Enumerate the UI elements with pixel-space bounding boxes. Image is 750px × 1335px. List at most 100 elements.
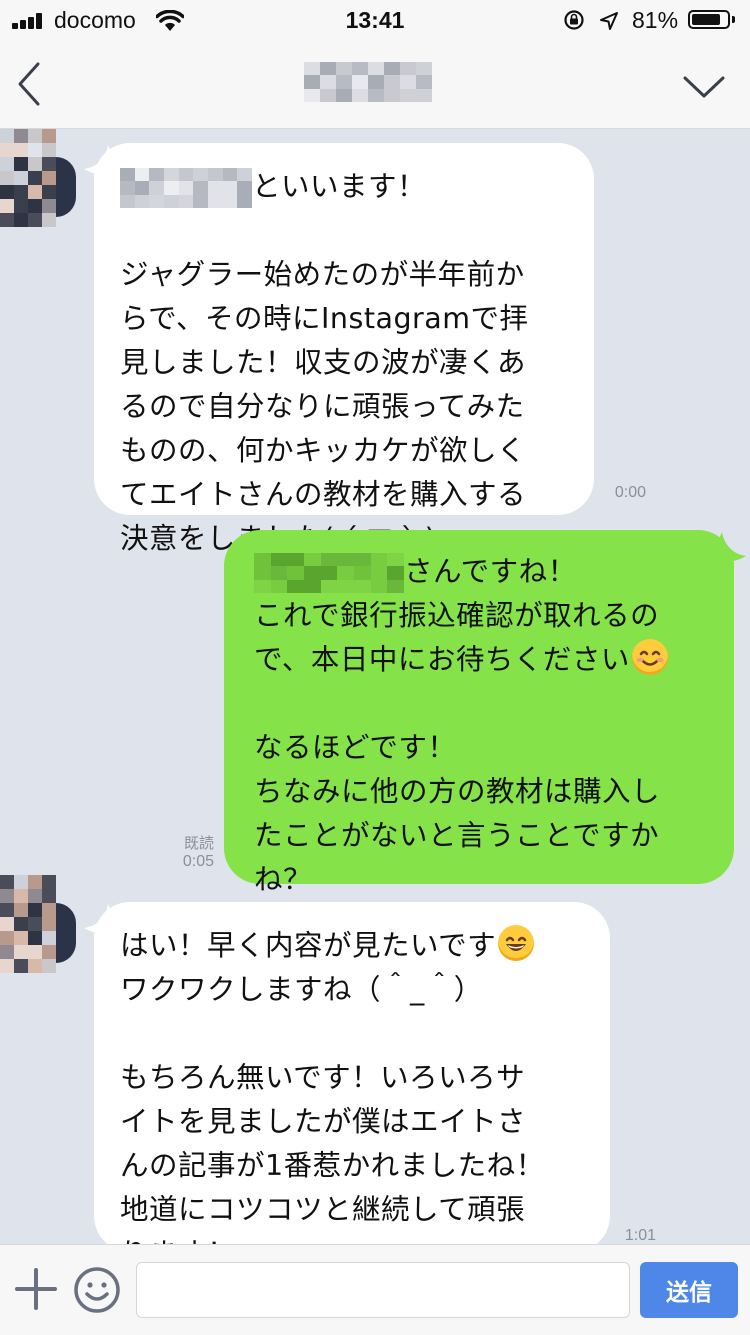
message-bubble-incoming[interactable]: といいます！ ジャグラー始めたのが半年前か らで、その時にInstagramで拝…: [94, 143, 594, 555]
mosaic-pixel: [120, 181, 135, 195]
mosaic-pixel: [28, 959, 42, 973]
mosaic-pixel: [164, 181, 179, 195]
mosaic-pixel: [120, 194, 135, 208]
mosaic-pixel: [208, 181, 223, 195]
mosaic-pixel: [28, 903, 42, 917]
mosaic-pixel: [149, 181, 164, 195]
mosaic-pixel: [28, 199, 42, 213]
mosaic-pixel: [134, 194, 150, 208]
mosaic-pixel: [353, 579, 371, 593]
mosaic-pixel: [0, 185, 14, 199]
rotation-lock-icon: [564, 10, 584, 30]
mosaic-pixel: [28, 889, 42, 903]
smiling-face-icon: [631, 639, 668, 675]
mosaic-pixel: [387, 579, 404, 593]
mosaic-pixel: [164, 194, 179, 208]
mosaic-pixel: [0, 917, 14, 931]
avatar-edge: [56, 157, 76, 217]
redacted-name: [120, 168, 252, 208]
input-bar: 送信: [0, 1244, 750, 1335]
mosaic-pixel: [14, 889, 28, 903]
mosaic-pixel: [178, 168, 194, 182]
mosaic-pixel: [14, 199, 28, 213]
message-input[interactable]: [136, 1262, 630, 1318]
mosaic-pixel: [28, 143, 42, 157]
mosaic-pixel: [254, 553, 271, 567]
contact-avatar[interactable]: [0, 875, 56, 973]
mosaic-pixel: [193, 168, 208, 182]
mosaic-pixel: [400, 62, 416, 76]
mosaic-pixel: [28, 945, 42, 959]
message-bubble-incoming[interactable]: はい！早く内容が見たいです ワクワクしますね（＾_＾） もちろん無いです！いろい…: [94, 902, 610, 1244]
message-bubble-outgoing[interactable]: さんですね！ これで銀行振込確認が取れるの で、本日中にお待ちください なるほど…: [224, 530, 734, 896]
mosaic-pixel: [208, 168, 223, 182]
back-button[interactable]: [8, 58, 52, 110]
mosaic-pixel: [384, 62, 400, 76]
mosaic-pixel: [28, 917, 42, 931]
mosaic-pixel: [14, 185, 28, 199]
mosaic-pixel: [368, 75, 384, 89]
mosaic-pixel: [336, 88, 352, 102]
mosaic-pixel: [303, 553, 321, 567]
mosaic-pixel: [320, 579, 338, 593]
mosaic-pixel: [0, 143, 14, 157]
battery-percent: 81%: [632, 7, 679, 33]
mosaic-pixel: [28, 157, 42, 171]
emoji-icon[interactable]: [72, 1265, 122, 1315]
mosaic-pixel: [337, 553, 354, 567]
mosaic-pixel: [370, 579, 388, 593]
mosaic-pixel: [14, 213, 28, 227]
mosaic-pixel: [337, 566, 354, 580]
mosaic-pixel: [270, 553, 288, 567]
mosaic-pixel: [42, 917, 56, 931]
mosaic-pixel: [42, 199, 56, 213]
mosaic-pixel: [42, 157, 56, 171]
mosaic-pixel: [42, 143, 56, 157]
mosaic-pixel: [42, 931, 56, 945]
message-list[interactable]: といいます！ ジャグラー始めたのが半年前か らで、その時にInstagramで拝…: [0, 129, 750, 1244]
mosaic-pixel: [14, 945, 28, 959]
mosaic-pixel: [193, 181, 208, 195]
mosaic-pixel: [28, 213, 42, 227]
mosaic-pixel: [287, 553, 304, 567]
read-label: 既読: [183, 834, 214, 852]
mosaic-pixel: [287, 566, 304, 580]
mosaic-pixel: [270, 579, 288, 593]
mosaic-pixel: [0, 889, 14, 903]
mosaic-pixel: [0, 875, 14, 889]
mosaic-pixel: [0, 171, 14, 185]
mosaic-pixel: [28, 875, 42, 889]
mosaic-pixel: [28, 185, 42, 199]
mosaic-pixel: [387, 553, 404, 567]
mosaic-pixel: [134, 168, 150, 182]
message-time: 0:00: [614, 484, 646, 501]
send-button[interactable]: 送信: [640, 1262, 738, 1318]
mosaic-pixel: [14, 129, 28, 143]
mosaic-pixel: [353, 566, 371, 580]
mosaic-pixel: [28, 171, 42, 185]
mosaic-pixel: [42, 945, 56, 959]
mosaic-pixel: [303, 579, 321, 593]
mosaic-pixel: [42, 875, 56, 889]
mosaic-pixel: [304, 62, 320, 76]
mosaic-pixel: [193, 194, 208, 208]
mosaic-pixel: [14, 959, 28, 973]
mosaic-pixel: [237, 181, 252, 195]
mosaic-pixel: [400, 75, 416, 89]
mosaic-pixel: [0, 157, 14, 171]
mosaic-pixel: [0, 129, 14, 143]
mosaic-pixel: [42, 171, 56, 185]
plus-icon[interactable]: [14, 1267, 58, 1311]
collapse-button[interactable]: [680, 70, 728, 104]
mosaic-pixel: [42, 959, 56, 973]
battery-icon: [688, 10, 730, 29]
mosaic-pixel: [287, 579, 304, 593]
mosaic-pixel: [320, 88, 336, 102]
mosaic-pixel: [352, 88, 368, 102]
mosaic-pixel: [0, 959, 14, 973]
mosaic-pixel: [368, 62, 384, 76]
mosaic-pixel: [320, 75, 336, 89]
contact-avatar[interactable]: [0, 129, 56, 227]
grinning-face-icon: [498, 925, 535, 961]
mosaic-pixel: [42, 889, 56, 903]
